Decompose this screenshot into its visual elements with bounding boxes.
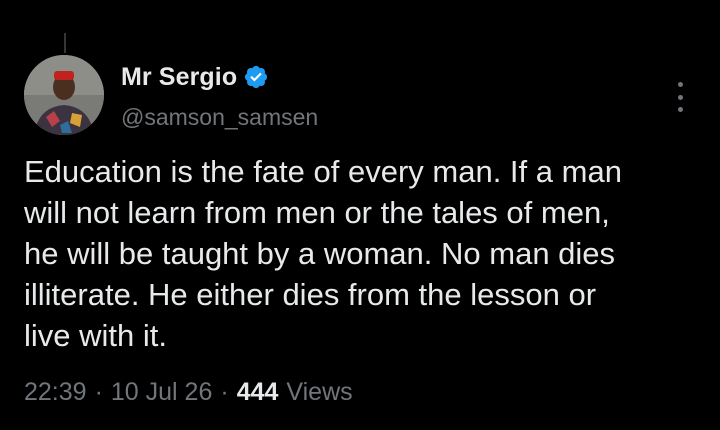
author-display-name[interactable]: Mr Sergio [121,63,237,92]
more-dot [677,94,683,100]
more-dot [677,107,683,112]
avatar[interactable] [24,55,104,135]
thread-connector-line [64,33,66,53]
tweet-text: Education is the fate of every man. If a… [24,154,622,353]
tweet-time[interactable]: 22:39 [24,378,87,407]
tweet-meta: 22:39 · 10 Jul 26 · 444 Views [24,378,353,407]
meta-separator: · [94,378,103,406]
views-count[interactable]: 444 [237,378,279,407]
more-vertical-icon[interactable] [672,82,688,112]
author-handle[interactable]: @samson_samsen [121,104,318,131]
verified-badge-icon [243,64,269,90]
views-label[interactable]: Views [286,378,352,407]
avatar-image [24,55,104,135]
author-name-row[interactable]: Mr Sergio [121,60,269,94]
tweet-date[interactable]: 10 Jul 26 [111,378,212,407]
meta-separator: · [220,378,229,406]
more-dot [677,82,683,87]
